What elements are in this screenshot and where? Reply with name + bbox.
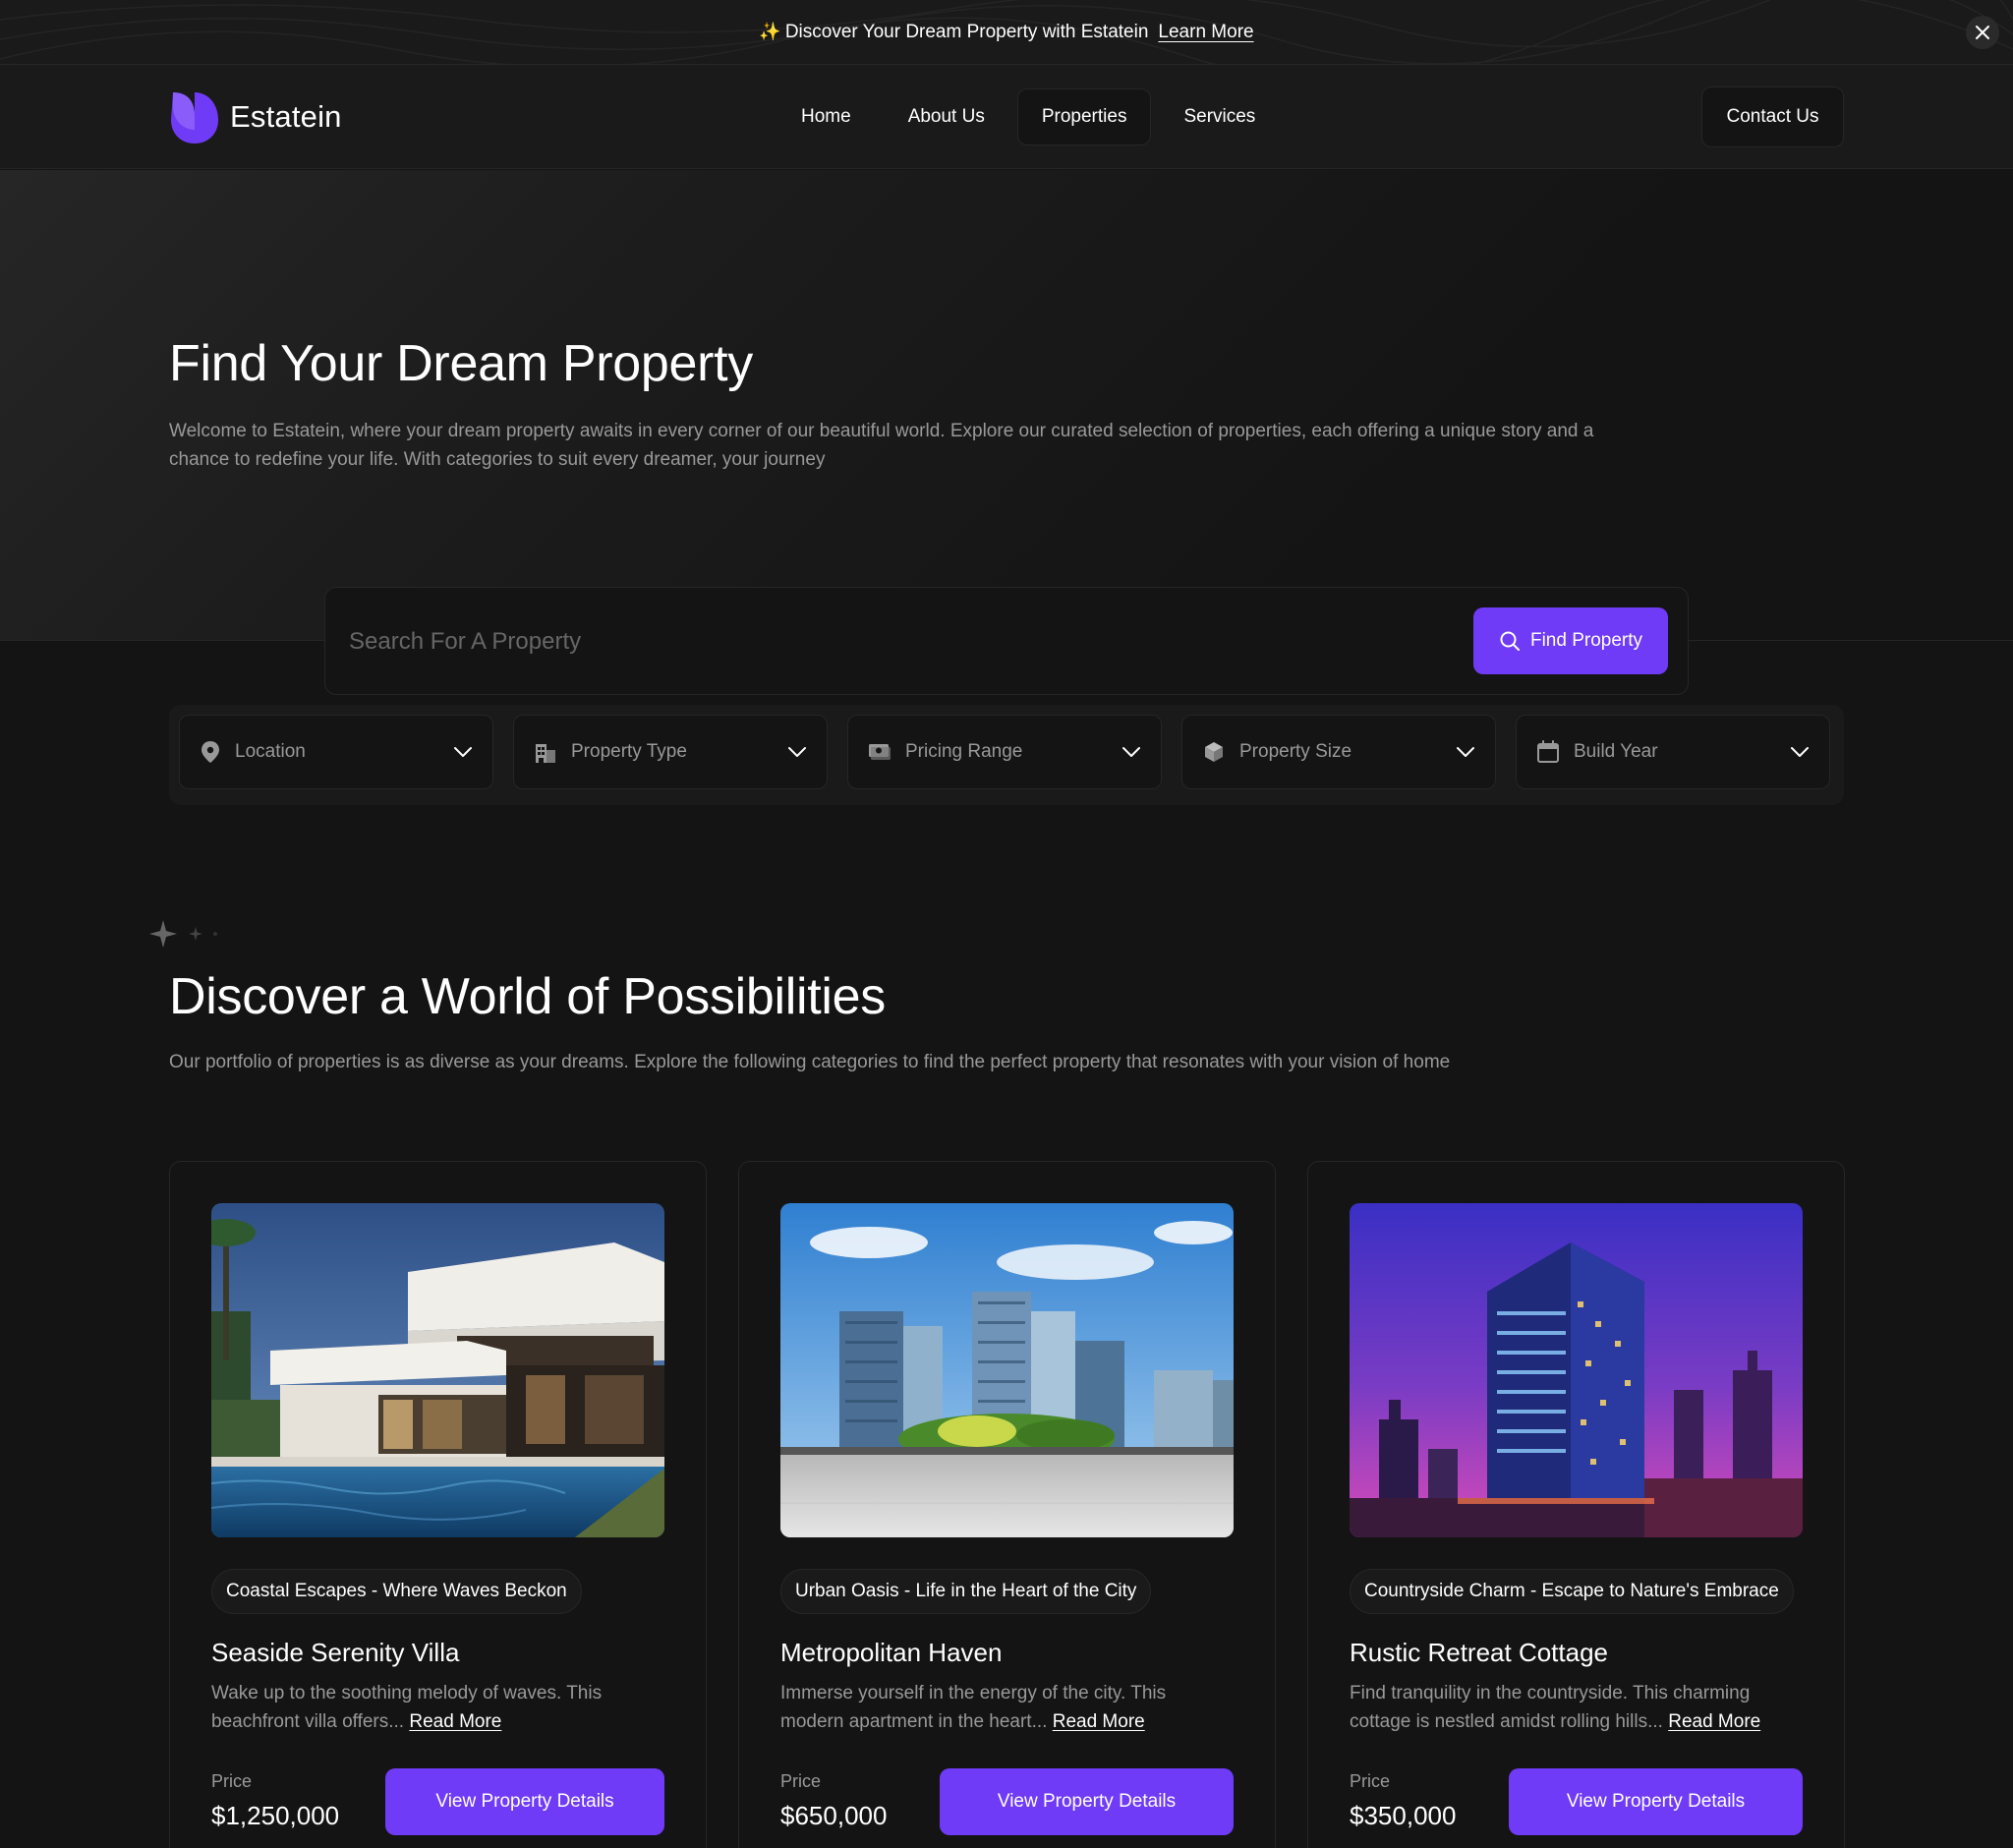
chevron-down-icon	[453, 746, 473, 758]
price-value: $650,000	[780, 1801, 888, 1830]
nav-links: Home About Us Properties Services	[776, 88, 1280, 145]
close-icon	[1976, 26, 1989, 39]
nav-about-us[interactable]: About Us	[884, 88, 1009, 145]
location-pin-icon	[201, 741, 219, 763]
filter-label: Build Year	[1574, 741, 1658, 762]
property-card: Coastal Escapes - Where Waves Beckon Sea…	[169, 1161, 707, 1848]
property-card: Urban Oasis - Life in the Heart of the C…	[738, 1161, 1276, 1848]
filter-label: Property Size	[1239, 741, 1352, 762]
category-tag: Urban Oasis - Life in the Heart of the C…	[780, 1569, 1152, 1614]
nav-services[interactable]: Services	[1159, 88, 1280, 145]
price-value: $350,000	[1350, 1801, 1457, 1830]
price-label: Price	[211, 1771, 253, 1791]
nav-home[interactable]: Home	[776, 88, 876, 145]
section-title: Discover a World of Possibilities	[169, 968, 886, 1025]
building-icon	[536, 744, 555, 763]
section-description: Our portfolio of properties is as divers…	[169, 1052, 1451, 1072]
brand-name: Estatein	[230, 99, 342, 134]
property-title: Metropolitan Haven	[780, 1638, 1003, 1667]
filter-label: Property Type	[571, 741, 687, 762]
price-label: Price	[1350, 1771, 1391, 1791]
category-tag: Countryside Charm - Escape to Nature's E…	[1350, 1569, 1794, 1614]
property-cards: Coastal Escapes - Where Waves Beckon Sea…	[169, 1161, 1845, 1848]
filter-property-type[interactable]: Property Type	[513, 715, 828, 789]
price-label: Price	[780, 1771, 822, 1791]
view-property-details-button[interactable]: View Property Details	[1509, 1768, 1803, 1835]
find-property-button[interactable]: Find Property	[1473, 607, 1668, 674]
filter-label: Pricing Range	[905, 741, 1023, 762]
brand-logo[interactable]: Estatein	[169, 90, 342, 144]
cube-icon	[1205, 742, 1223, 762]
chevron-down-icon	[787, 746, 807, 758]
price-value: $1,250,000	[211, 1801, 340, 1830]
search-input[interactable]	[349, 617, 1430, 666]
money-icon	[869, 744, 891, 760]
read-more-link[interactable]: Read More	[1053, 1711, 1145, 1732]
property-image-villa	[211, 1203, 664, 1537]
chevron-down-icon	[1122, 746, 1141, 758]
find-property-label: Find Property	[1529, 630, 1643, 651]
property-title: Rustic Retreat Cottage	[1350, 1638, 1609, 1667]
nav-properties[interactable]: Properties	[1016, 88, 1152, 145]
view-property-details-button[interactable]: View Property Details	[940, 1768, 1234, 1835]
filter-pricing-range[interactable]: Pricing Range	[847, 715, 1162, 789]
hero-title: Find Your Dream Property	[169, 335, 753, 392]
filter-property-size[interactable]: Property Size	[1181, 715, 1496, 789]
estatein-logo-icon	[171, 92, 218, 144]
filter-build-year[interactable]: Build Year	[1516, 715, 1830, 789]
learn-more-link[interactable]: Learn More	[1158, 22, 1253, 43]
property-title: Seaside Serenity Villa	[211, 1638, 460, 1667]
property-image-city	[780, 1203, 1234, 1537]
property-description: Wake up to the soothing melody of waves.…	[211, 1679, 634, 1736]
property-image-skyscraper	[1350, 1203, 1803, 1537]
property-card: Countryside Charm - Escape to Nature's E…	[1307, 1161, 1845, 1848]
sparkle-stars-decoration	[149, 920, 217, 948]
filter-bar: Location Property Type Pricing Range Pro…	[169, 705, 1844, 805]
filter-label: Location	[235, 741, 306, 762]
search-bar: Find Property	[324, 587, 1689, 695]
property-description-text: Wake up to the soothing melody of waves.…	[211, 1683, 603, 1732]
hero-description: Welcome to Estatein, where your dream pr…	[169, 421, 1594, 470]
close-announcement-button[interactable]	[1966, 16, 1999, 49]
calendar-icon	[1537, 740, 1559, 763]
hero-section	[0, 170, 2013, 641]
view-property-details-button[interactable]: View Property Details	[385, 1768, 664, 1835]
property-description: Find tranquility in the countryside. Thi…	[1350, 1679, 1772, 1736]
announcement-text: Discover Your Dream Property with Estate…	[784, 21, 1149, 42]
chevron-down-icon	[1456, 746, 1475, 758]
contact-us-button[interactable]: Contact Us	[1701, 87, 1844, 147]
read-more-link[interactable]: Read More	[409, 1711, 501, 1732]
property-description: Immerse yourself in the energy of the ci…	[780, 1679, 1203, 1736]
read-more-link[interactable]: Read More	[1668, 1711, 1760, 1732]
announcement-bar: ✨ Discover Your Dream Property with Esta…	[0, 0, 2013, 65]
filter-location[interactable]: Location	[179, 715, 493, 789]
category-tag: Coastal Escapes - Where Waves Beckon	[211, 1569, 582, 1614]
main-nav: Estatein Home About Us Properties Servic…	[0, 65, 2013, 169]
sparkle-icon: ✨	[759, 22, 781, 41]
search-icon	[1500, 631, 1520, 651]
chevron-down-icon	[1790, 746, 1810, 758]
